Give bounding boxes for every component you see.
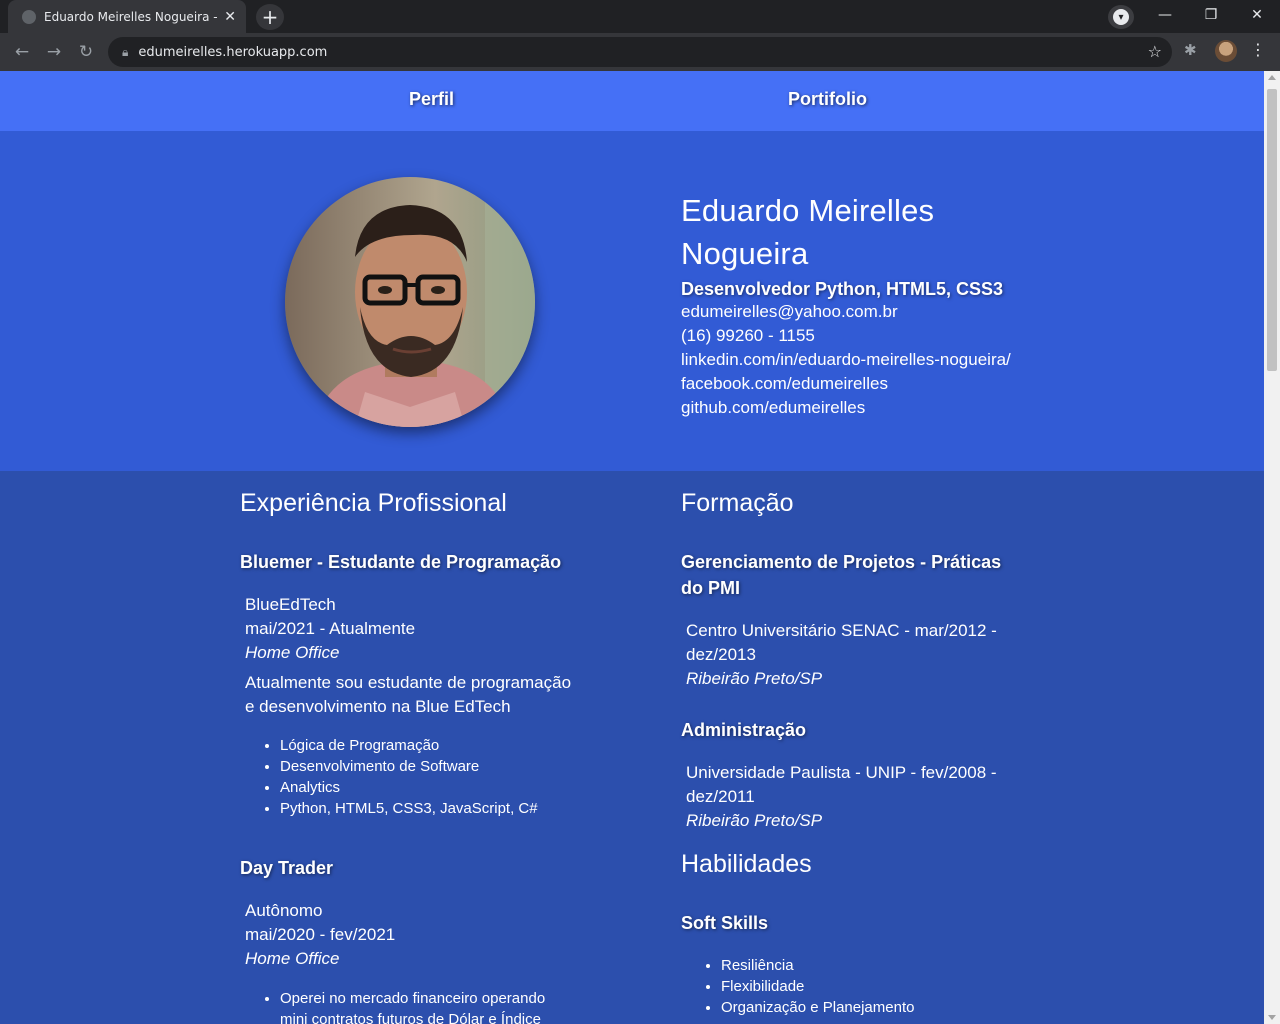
- lock-icon: 🔒︎: [122, 44, 129, 59]
- chevron-down-icon: ▾: [1113, 9, 1129, 25]
- contact-github[interactable]: github.com/edumeirelles: [681, 396, 1061, 420]
- education-heading: Formação: [681, 489, 794, 517]
- list-item: Lógica de Programação: [280, 735, 538, 756]
- job-skills-list: Operei no mercado financeiro operando mi…: [280, 988, 545, 1024]
- globe-icon: [22, 9, 36, 24]
- scroll-down-arrow-icon[interactable]: [1268, 1015, 1276, 1020]
- extensions-puzzle-icon[interactable]: ✱: [1184, 41, 1197, 59]
- minimize-button[interactable]: —: [1142, 0, 1188, 30]
- course-title-line: Gerenciamento de Projetos - Práticas: [681, 552, 1002, 572]
- page-scrollbar[interactable]: [1264, 71, 1280, 1024]
- soft-skills-heading: Soft Skills: [681, 913, 769, 933]
- nav-link-perfil[interactable]: Perfil: [409, 89, 454, 110]
- profile-role: Desenvolvedor Python, HTML5, CSS3: [681, 279, 1004, 299]
- scrollbar-thumb[interactable]: [1267, 89, 1277, 371]
- job-skills-list: Lógica de Programação Desenvolvimento de…: [280, 735, 538, 819]
- course-institution: Universidade Paulista - UNIP - fev/2008 …: [686, 763, 997, 782]
- reload-icon[interactable]: ↻: [73, 39, 99, 65]
- course-location: Ribeirão Preto/SP: [686, 811, 823, 830]
- close-window-button[interactable]: ✕: [1234, 0, 1280, 30]
- course-institution: Centro Universitário SENAC - mar/2012 -: [686, 621, 997, 640]
- browser-toolbar: ← → ↻ 🔒︎ edumeirelles.herokuapp.com ☆ ✱ …: [0, 33, 1280, 71]
- job-title: Day Trader: [240, 858, 334, 878]
- course-title: Administração: [681, 720, 807, 740]
- job-company: BlueEdTech: [245, 595, 336, 614]
- course-details: Universidade Paulista - UNIP - fev/2008 …: [686, 761, 997, 833]
- course-title-line: do PMI: [681, 578, 740, 598]
- browser-menu-icon[interactable]: ⋮: [1250, 40, 1266, 59]
- list-item: Operei no mercado financeiro operando: [280, 988, 545, 1009]
- list-item: Flexibilidade: [721, 976, 914, 997]
- course-title: Gerenciamento de Projetos - Práticas do …: [681, 549, 1001, 601]
- tab-title: Eduardo Meirelles Nogueira - Desenvolved…: [44, 9, 218, 24]
- experience-heading: Experiência Profissional: [240, 489, 507, 517]
- soft-skills-list: Resiliência Flexibilidade Organização e …: [721, 955, 914, 1018]
- browser-tab[interactable]: Eduardo Meirelles Nogueira - Desenvolved…: [8, 0, 246, 33]
- job-company: Autônomo: [245, 901, 323, 920]
- job-title: Bluemer - Estudante de Programação: [240, 552, 562, 572]
- course-location: Ribeirão Preto/SP: [686, 669, 823, 688]
- course-details: Centro Universitário SENAC - mar/2012 - …: [686, 619, 997, 691]
- job-location: Home Office: [245, 949, 340, 968]
- job-description-line: Atualmente sou estudante de programação: [245, 673, 572, 692]
- list-item: Analytics: [280, 777, 538, 798]
- profile-info: Eduardo Meirelles Nogueira Desenvolvedor…: [681, 189, 1061, 420]
- restore-button[interactable]: ❐: [1188, 0, 1234, 30]
- tab-search-button[interactable]: ▾: [1108, 5, 1134, 29]
- forward-arrow-icon[interactable]: →: [41, 39, 67, 65]
- job-period: mai/2021 - Atualmente: [245, 619, 416, 638]
- profile-name-line1: Eduardo Meirelles: [681, 193, 935, 228]
- job-location: Home Office: [245, 643, 340, 662]
- job-details: Autônomo mai/2020 - fev/2021 Home Office: [245, 899, 395, 971]
- back-arrow-icon[interactable]: ←: [9, 39, 35, 65]
- address-bar[interactable]: 🔒︎ edumeirelles.herokuapp.com ☆: [108, 37, 1172, 67]
- site-navbar: Perfil Portifolio: [0, 71, 1264, 131]
- contact-phone: (16) 99260 - 1155: [681, 326, 815, 345]
- list-item: Organização e Planejamento: [721, 997, 914, 1018]
- scroll-up-arrow-icon[interactable]: [1268, 75, 1276, 80]
- url-text: edumeirelles.herokuapp.com: [138, 44, 328, 60]
- job-description: Atualmente sou estudante de programação …: [245, 671, 585, 719]
- list-item: Resiliência: [721, 955, 914, 976]
- browser-tabstrip: Eduardo Meirelles Nogueira - Desenvolved…: [0, 0, 1280, 33]
- contact-linkedin[interactable]: linkedin.com/in/eduardo-meirelles-noguei…: [681, 348, 1061, 372]
- contact-facebook[interactable]: facebook.com/edumeirelles: [681, 372, 1061, 396]
- profile-name-line2: Nogueira: [681, 236, 809, 271]
- course-institution: dez/2011: [686, 787, 755, 806]
- list-item: mini contratos futuros de Dólar e Índice: [280, 1011, 541, 1024]
- skills-heading: Habilidades: [681, 850, 812, 878]
- profile-avatar[interactable]: [1215, 40, 1237, 62]
- profile-header: [0, 131, 1264, 471]
- job-period: mai/2020 - fev/2021: [245, 925, 396, 944]
- page-viewport: Perfil Portifolio Eduardo Meirelles Nogu…: [0, 71, 1264, 1024]
- bookmark-star-icon[interactable]: ☆: [1148, 42, 1162, 61]
- close-tab-icon[interactable]: ✕: [224, 9, 236, 25]
- nav-link-portifolio[interactable]: Portifolio: [788, 89, 867, 110]
- job-description-line: e desenvolvimento na Blue EdTech: [245, 697, 511, 716]
- list-item: Desenvolvimento de Software: [280, 756, 538, 777]
- content-section: Experiência Profissional Bluemer - Estud…: [0, 471, 1264, 1024]
- contact-email[interactable]: edumeirelles@yahoo.com.br: [681, 300, 1061, 324]
- new-tab-button[interactable]: +: [256, 4, 284, 30]
- course-institution: dez/2013: [686, 645, 756, 664]
- list-item: Python, HTML5, CSS3, JavaScript, C#: [280, 798, 538, 819]
- profile-photo: [285, 177, 535, 427]
- job-details: BlueEdTech mai/2021 - Atualmente Home Of…: [245, 593, 415, 665]
